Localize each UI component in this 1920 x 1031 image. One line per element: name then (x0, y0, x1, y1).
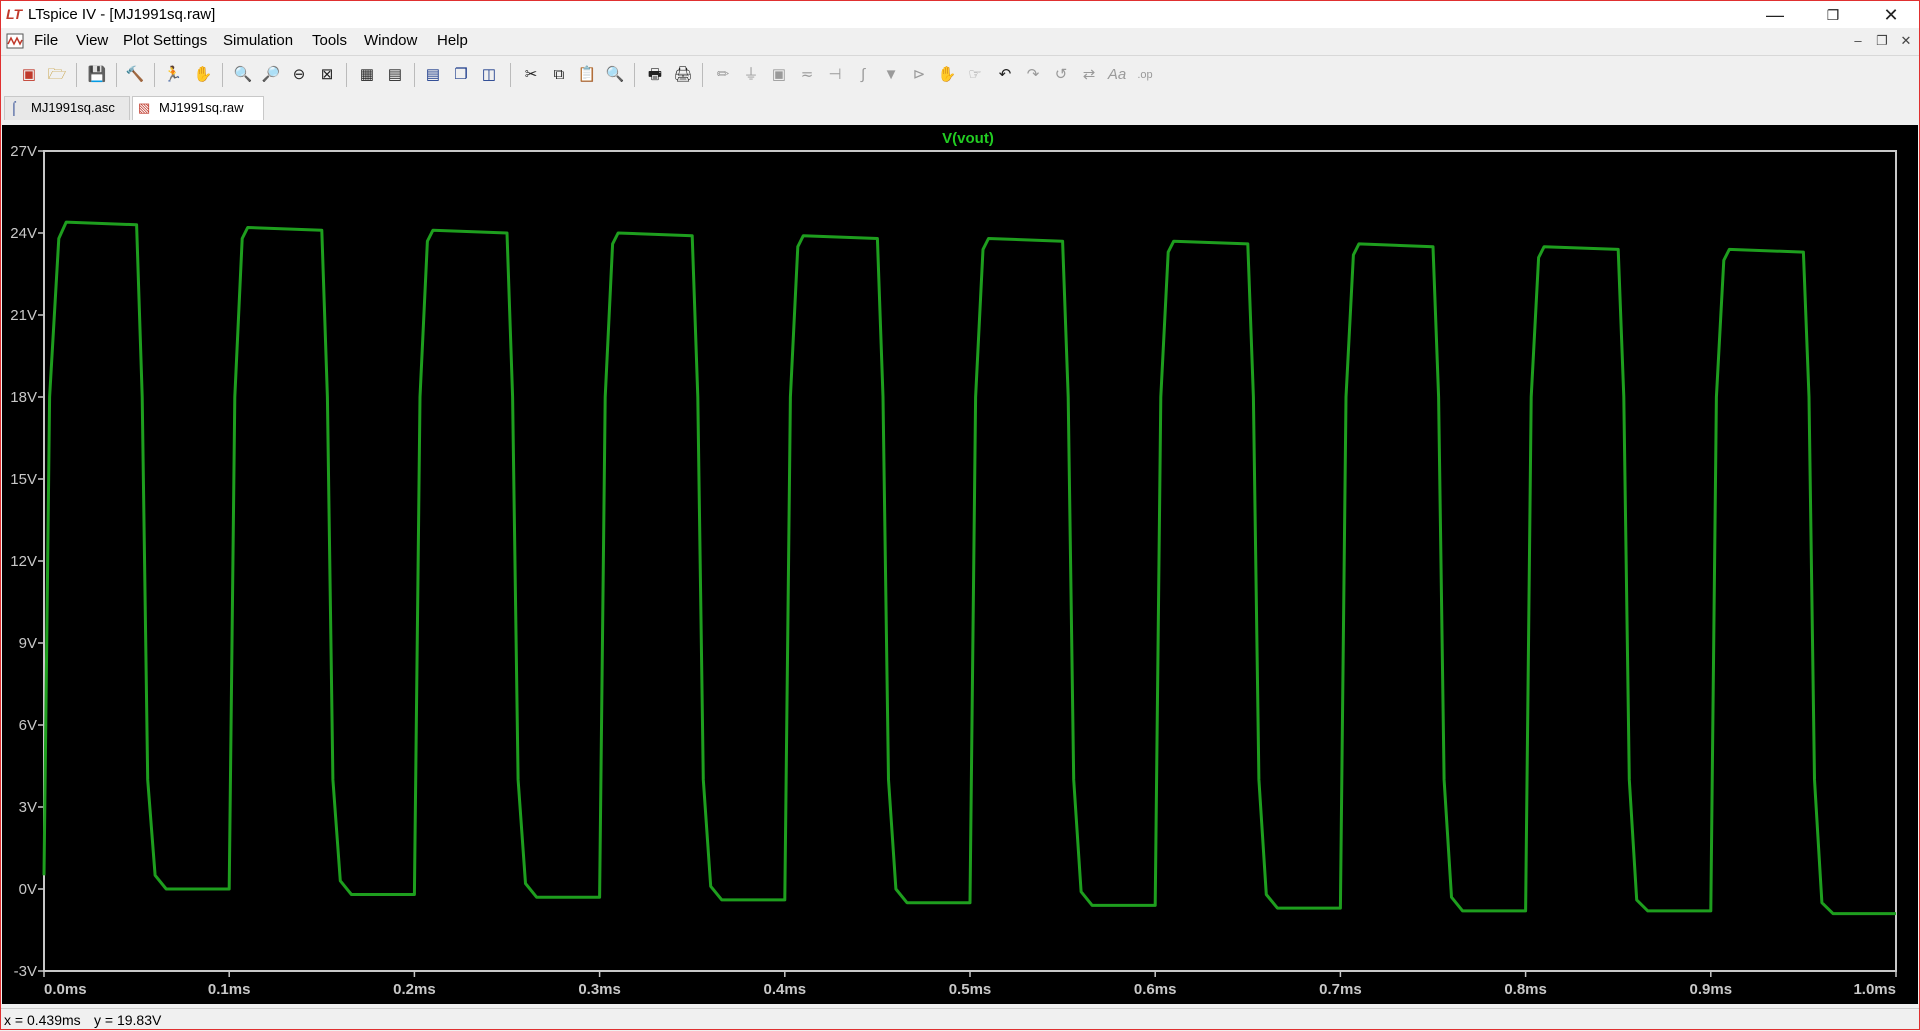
window-title: LTspice IV - [MJ1991sq.raw] (28, 6, 216, 23)
inductor-icon[interactable]: ∫ (852, 64, 874, 86)
x-tick-label: 0.4ms (764, 981, 807, 998)
move-icon[interactable]: ✋ (936, 64, 958, 86)
x-tick-label: 0.9ms (1690, 981, 1733, 998)
y-tick-label: 18V (10, 389, 37, 406)
x-tick-label: 0.8ms (1504, 981, 1547, 998)
ltspice-logo-icon: LT (6, 6, 23, 22)
tile-horizontal-icon[interactable]: ▤ (422, 64, 444, 86)
manual-limits-icon[interactable]: ▤ (384, 64, 406, 86)
plot-canvas[interactable]: V(vout) 27V 24V 21V 18V 15V 12V 9V 6V 3V 0V -3V 0.… (2, 125, 1918, 1004)
rotate-icon[interactable]: ↺ (1050, 64, 1072, 86)
new-schematic-icon[interactable]: ▣ (18, 64, 40, 86)
tab-label: MJ1991sq.asc (31, 100, 115, 115)
trace-vout[interactable] (42, 220, 1896, 916)
y-tick-label: 21V (10, 307, 37, 324)
cascade-icon[interactable]: ❐ (450, 64, 472, 86)
menu-plot-settings[interactable]: Plot Settings (123, 32, 207, 49)
autorange-icon[interactable]: ▦ (356, 64, 378, 86)
minimize-icon[interactable]: — (1746, 1, 1804, 29)
x-axis: 0.0ms 0.1ms 0.2ms 0.3ms 0.4ms 0.5ms 0.6ms 0.7ms… (43, 971, 1897, 998)
zoom-in-icon[interactable]: 🔍 (232, 64, 254, 86)
print-icon[interactable]: 🖨 (672, 64, 694, 86)
y-tick-label: 3V (19, 799, 37, 816)
copy-icon[interactable]: ⧉ (548, 64, 570, 86)
cursor-y-readout: y = 19.83V (94, 1012, 162, 1028)
mirror-icon[interactable]: ⇄ (1078, 64, 1100, 86)
menu-bar: File View Plot Settings Simulation Tools… (0, 28, 1920, 54)
spice-directive-icon[interactable]: .op (1134, 64, 1156, 86)
y-tick-label: 27V (10, 143, 37, 160)
menu-window[interactable]: Window (364, 32, 417, 49)
tab-label: MJ1991sq.raw (159, 100, 244, 115)
resistor-icon[interactable]: ≂ (796, 64, 818, 86)
paste-icon[interactable]: 📋 (576, 64, 598, 86)
undo-icon[interactable]: ↶ (994, 64, 1016, 86)
menu-help[interactable]: Help (437, 32, 468, 49)
x-tick-label: 0.2ms (393, 981, 436, 998)
x-tick-label: 0.6ms (1134, 981, 1177, 998)
wire-icon[interactable]: ✏ (712, 64, 734, 86)
x-tick-label: 0.1ms (208, 981, 251, 998)
diode-icon[interactable]: ▼ (880, 64, 902, 86)
x-tick-label: 0.5ms (949, 981, 992, 998)
mdi-close-icon[interactable]: ✕ (1896, 33, 1916, 49)
control-panel-icon[interactable]: 🔨 (124, 64, 146, 86)
schematic-icon: ⌠ (10, 100, 18, 115)
save-icon[interactable]: 💾 (86, 64, 108, 86)
y-tick-label: -3V (14, 963, 37, 980)
label-net-icon[interactable]: ▣ (768, 64, 790, 86)
y-tick-label: 6V (19, 717, 37, 734)
find-icon[interactable]: 🔍 (604, 64, 626, 86)
tab-waveform[interactable]: ▧ MJ1991sq.raw (132, 96, 264, 120)
mdi-restore-icon[interactable]: ❐ (1872, 33, 1892, 49)
y-axis: 27V 24V 21V 18V 15V 12V 9V 6V 3V 0V -3V (10, 143, 44, 980)
menu-view[interactable]: View (76, 32, 108, 49)
document-tabs: ⌠ MJ1991sq.asc ▧ MJ1991sq.raw (0, 94, 1920, 122)
zoom-full-icon[interactable]: ⊠ (316, 64, 338, 86)
toolbar: ▣ 🗁 💾 🔨 🏃 ✋ 🔍 🔎 ⊖ ⊠ ▦ ▤ ▤ ❐ ◫ ✂ ⧉ 📋 🔍 🖶 … (0, 55, 1920, 95)
tab-schematic[interactable]: ⌠ MJ1991sq.asc (4, 96, 130, 120)
ground-icon[interactable]: ⏚ (740, 64, 762, 86)
close-icon[interactable]: ✕ (1862, 1, 1920, 29)
y-tick-label: 9V (19, 635, 37, 652)
chart-title[interactable]: V(vout) (942, 130, 994, 147)
open-folder-icon[interactable]: 🗁 (46, 64, 68, 86)
y-tick-label: 0V (19, 881, 37, 898)
halt-icon[interactable]: ✋ (192, 64, 214, 86)
y-tick-label: 15V (10, 471, 37, 488)
component-icon[interactable]: ⊳ (908, 64, 930, 86)
waveform-doc-icon[interactable] (6, 32, 24, 50)
x-tick-label: 0.7ms (1319, 981, 1362, 998)
waveform-icon: ▧ (138, 100, 151, 115)
status-bar: x = 0.439ms y = 19.83V (0, 1008, 1920, 1031)
y-tick-label: 12V (10, 553, 37, 570)
cut-icon[interactable]: ✂ (520, 64, 542, 86)
trace-group (42, 220, 1896, 916)
cursor-x-readout: x = 0.439ms (4, 1012, 81, 1028)
y-tick-label: 24V (10, 225, 37, 242)
drag-icon[interactable]: ☞ (964, 64, 986, 86)
zoom-out-icon[interactable]: ⊖ (288, 64, 310, 86)
capacitor-icon[interactable]: ⊣ (824, 64, 846, 86)
restore-icon[interactable]: ❐ (1804, 1, 1862, 29)
close-window-icon[interactable]: ◫ (478, 64, 500, 86)
redo-icon[interactable]: ↷ (1022, 64, 1044, 86)
menu-file[interactable]: File (34, 32, 58, 49)
x-tick-label: 0.0ms (44, 981, 87, 998)
mdi-minimize-icon[interactable]: – (1848, 33, 1868, 49)
title-bar: LT LTspice IV - [MJ1991sq.raw] — ❐ ✕ (0, 0, 1920, 28)
menu-simulation[interactable]: Simulation (223, 32, 293, 49)
print-preview-icon[interactable]: 🖶 (644, 64, 666, 86)
menu-tools[interactable]: Tools (312, 32, 347, 49)
waveform-viewer[interactable]: V(vout) 27V 24V 21V 18V 15V 12V 9V 6V 3V 0V -3V 0.… (2, 125, 1918, 1004)
x-tick-label: 0.3ms (578, 981, 621, 998)
pan-icon[interactable]: 🔎 (260, 64, 282, 86)
run-icon[interactable]: 🏃 (162, 64, 184, 86)
text-icon[interactable]: Aa (1106, 64, 1128, 86)
x-tick-label: 1.0ms (1853, 981, 1896, 998)
